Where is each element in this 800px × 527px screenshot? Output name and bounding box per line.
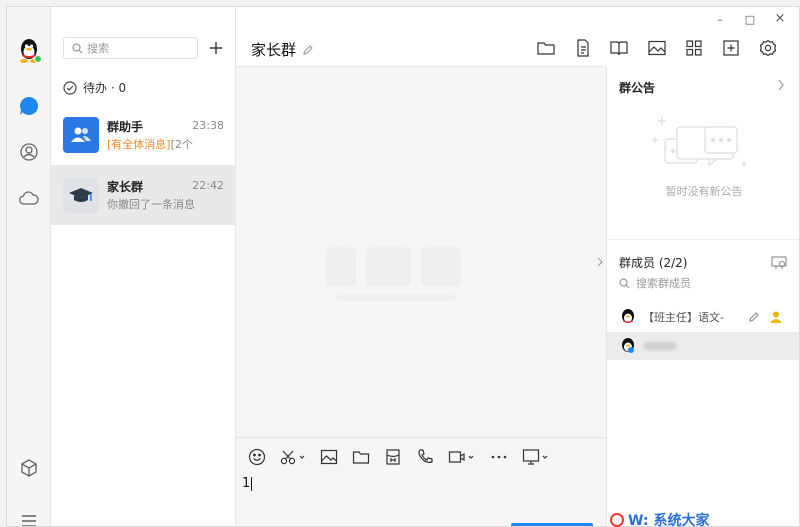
- composer-toolbar: [248, 446, 564, 468]
- conversation-time: 22:42: [192, 179, 224, 192]
- chat-area: 家长群 1: [236, 7, 606, 526]
- edit-pencil-icon[interactable]: [302, 44, 314, 56]
- chat-title-text: 家长群: [251, 41, 297, 59]
- cloud-icon[interactable]: [18, 187, 40, 209]
- conversation-list: 搜索 待办 · 0 群助手 23:38 [有全体消息][2个 家长群 22:42…: [51, 7, 236, 526]
- search-input[interactable]: 搜索: [63, 37, 198, 59]
- watermark-circle-icon: [610, 512, 624, 527]
- member-row[interactable]: [607, 332, 799, 360]
- group-helper-avatar: [63, 117, 99, 153]
- menu-icon[interactable]: [18, 510, 40, 526]
- minimize-button[interactable]: –: [713, 13, 727, 26]
- edit-pencil-icon[interactable]: [748, 311, 760, 323]
- message-input-text: 1: [242, 476, 251, 491]
- user-avatar[interactable]: [16, 37, 42, 63]
- search-placeholder: 搜索: [87, 42, 109, 55]
- owner-badge-icon: [770, 311, 782, 323]
- chevron-right-icon: [597, 257, 603, 267]
- video-icon[interactable]: [448, 446, 476, 468]
- text-caret: [251, 476, 253, 491]
- message-input[interactable]: 1: [242, 476, 253, 491]
- member-name: 【班主任】语文-: [643, 311, 724, 324]
- plus-icon: [210, 42, 222, 54]
- nav-rail: [7, 7, 51, 526]
- notice-empty-text: 暂时没有新公告: [665, 185, 743, 198]
- notice-title: 群公告: [619, 81, 656, 95]
- chat-header: 家长群: [236, 7, 606, 67]
- member-avatar: [622, 338, 634, 353]
- chevron-right-icon[interactable]: [777, 79, 785, 91]
- member-search-input[interactable]: 搜索群成员: [619, 275, 691, 291]
- chat-title: 家长群: [251, 39, 314, 60]
- member-row[interactable]: 【班主任】语文-: [607, 303, 799, 331]
- blurred-member-name: [643, 342, 677, 350]
- emoji-icon[interactable]: [248, 446, 266, 468]
- search-icon: [619, 277, 630, 288]
- check-circle-icon: [63, 80, 77, 95]
- conversation-item-group-helper[interactable]: 群助手 23:38 [有全体消息][2个: [51, 105, 236, 165]
- message-composer: 1: [236, 437, 606, 526]
- image-icon[interactable]: [648, 39, 666, 57]
- member-avatar: [622, 309, 634, 323]
- members-manage-icon[interactable]: [771, 256, 787, 270]
- maximize-button[interactable]: □: [743, 13, 757, 26]
- scissors-icon[interactable]: [280, 446, 306, 468]
- red-envelope-icon[interactable]: [384, 446, 402, 468]
- chat-bubble-icon[interactable]: [18, 95, 40, 117]
- conversation-name: 家长群: [107, 180, 144, 194]
- image-icon[interactable]: [320, 446, 338, 468]
- folder-icon[interactable]: [352, 446, 370, 468]
- watermark-logo: [326, 247, 461, 301]
- add-button[interactable]: [205, 37, 227, 59]
- collapse-panel-toggle[interactable]: [595, 247, 605, 277]
- contacts-icon[interactable]: [18, 141, 40, 163]
- mention-highlight: [有全体消息]: [107, 138, 171, 151]
- conversation-preview: [有全体消息][2个: [107, 136, 227, 152]
- close-button[interactable]: ×: [773, 11, 787, 26]
- settings-icon[interactable]: [759, 39, 777, 57]
- watermark-text: W: 系统大家: [628, 512, 710, 527]
- add-frame-icon[interactable]: [722, 39, 740, 57]
- screen-share-icon[interactable]: [522, 446, 550, 468]
- panel-divider: [607, 239, 799, 240]
- grid-apps-icon[interactable]: [685, 39, 703, 57]
- more-icon[interactable]: [490, 446, 508, 468]
- site-watermark: W: 系统大家: [610, 512, 800, 527]
- todo-item[interactable]: 待办 · 0: [63, 79, 126, 96]
- send-button[interactable]: [511, 523, 593, 526]
- preview-text: [2个: [170, 138, 193, 151]
- conversation-time: 23:38: [192, 119, 224, 132]
- empty-notice-illustration: [652, 117, 747, 167]
- qq-window: 搜索 待办 · 0 群助手 23:38 [有全体消息][2个 家长群 22:42…: [6, 6, 800, 527]
- document-icon[interactable]: [574, 39, 592, 57]
- group-info-panel: 群公告 暂时没有新公告 群成员 (2/2) 搜索群成员 【班主任】语文-: [606, 67, 799, 526]
- conversation-name: 群助手: [107, 120, 144, 134]
- cube-icon[interactable]: [18, 457, 40, 479]
- book-icon[interactable]: [610, 39, 628, 57]
- conversation-item-parents-group[interactable]: 家长群 22:42 你撤回了一条消息: [51, 165, 236, 225]
- graduation-cap-avatar: [63, 177, 99, 213]
- members-title: 群成员 (2/2): [619, 256, 688, 270]
- search-icon: [72, 42, 83, 53]
- phone-icon[interactable]: [416, 446, 434, 468]
- folder-icon[interactable]: [537, 39, 555, 57]
- member-search-placeholder: 搜索群成员: [636, 277, 691, 290]
- conversation-preview: 你撤回了一条消息: [107, 198, 195, 211]
- todo-label: 待办 · 0: [83, 81, 127, 95]
